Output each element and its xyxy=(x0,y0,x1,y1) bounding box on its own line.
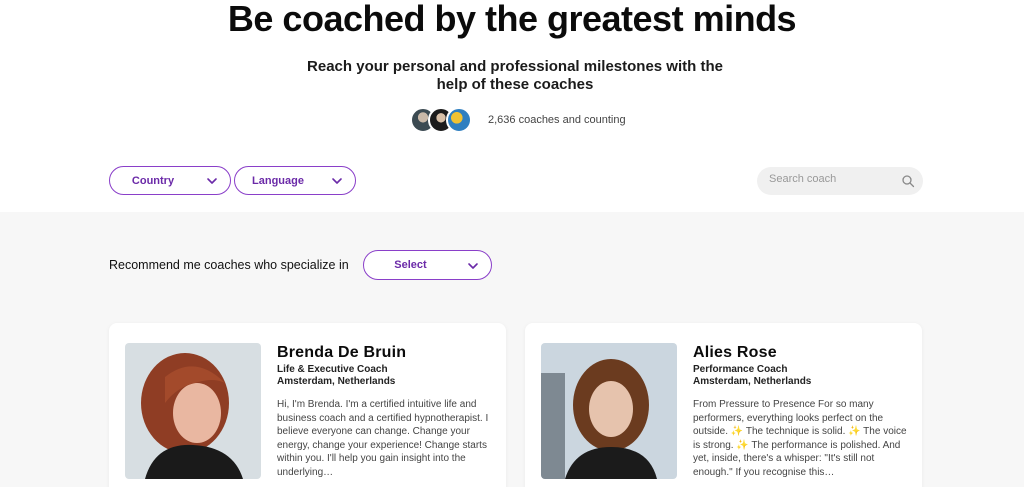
specialty-select[interactable]: Select xyxy=(363,250,492,280)
coach-name[interactable]: Alies Rose xyxy=(693,343,907,362)
page-subtitle: Reach your personal and professional mil… xyxy=(307,58,723,93)
coach-card[interactable]: Alies Rose Performance Coach Amsterdam, … xyxy=(525,323,922,487)
coach-role: Life & Executive Coach xyxy=(277,364,388,375)
avatar xyxy=(446,107,472,133)
coach-bio: From Pressure to Presence For so many pe… xyxy=(693,399,907,478)
search-coach-box xyxy=(757,167,923,195)
coach-role: Performance Coach xyxy=(693,364,788,375)
coach-info: Brenda De Bruin Life & Executive Coach A… xyxy=(277,343,491,479)
coach-avatars xyxy=(410,107,474,133)
chevron-down-icon xyxy=(332,178,342,184)
hero-section: Be coached by the greatest minds Reach y… xyxy=(0,0,1024,212)
coach-location: Amsterdam, Netherlands xyxy=(693,376,812,387)
country-filter-label: Country xyxy=(131,174,175,187)
page-title: Be coached by the greatest minds xyxy=(227,0,797,39)
search-input[interactable] xyxy=(769,173,889,185)
language-filter-label: Language xyxy=(252,174,304,187)
coach-bio: Hi, I'm Brenda. I'm a certified intuitiv… xyxy=(277,399,489,478)
recommend-label: Recommend me coaches who specialize in xyxy=(109,258,349,272)
coach-photo xyxy=(541,343,677,479)
coach-location: Amsterdam, Netherlands xyxy=(277,376,396,387)
coach-name[interactable]: Brenda De Bruin xyxy=(277,343,491,362)
coach-count: 2,636 coaches and counting xyxy=(488,114,626,126)
country-filter[interactable]: Country xyxy=(109,166,231,195)
search-icon[interactable] xyxy=(901,174,915,188)
coach-card[interactable]: Brenda De Bruin Life & Executive Coach A… xyxy=(109,323,506,487)
language-filter[interactable]: Language xyxy=(234,166,356,195)
coach-info: Alies Rose Performance Coach Amsterdam, … xyxy=(693,343,907,479)
coach-photo xyxy=(125,343,261,479)
chevron-down-icon xyxy=(207,178,217,184)
chevron-down-icon xyxy=(468,263,478,269)
specialty-select-label: Select xyxy=(394,259,427,271)
